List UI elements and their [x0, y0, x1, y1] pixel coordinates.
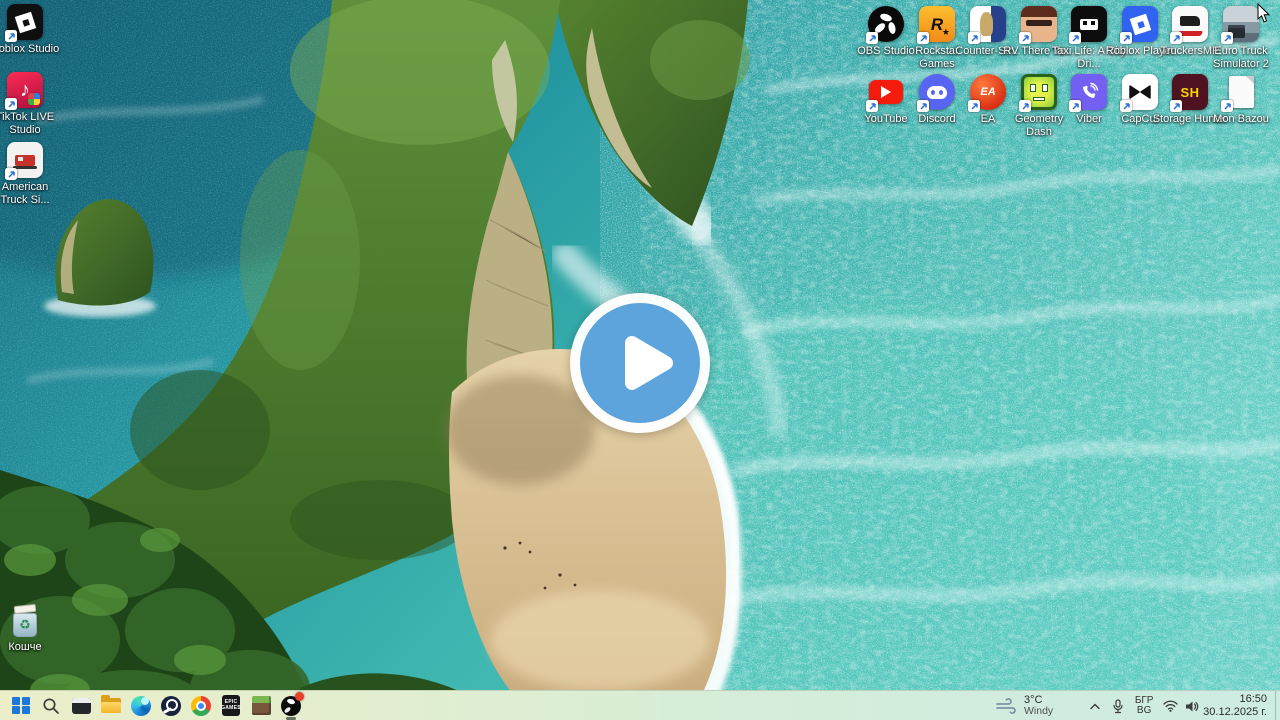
icon-label: American Truck Si...: [0, 181, 50, 206]
weather-condition: Windy: [1024, 705, 1054, 717]
shortcut-arrow-icon: [866, 32, 878, 44]
chevron-up-icon: [1090, 703, 1100, 709]
date: 30.12.2025 г.: [1203, 706, 1267, 718]
shortcut-arrow-icon: [1019, 100, 1031, 112]
shortcut-arrow-icon: [1170, 100, 1182, 112]
steam-button[interactable]: [156, 691, 186, 720]
minecraft-icon: [251, 696, 271, 715]
task-view-icon: [71, 697, 91, 714]
file-explorer-icon: [101, 695, 121, 713]
minecraft-button[interactable]: [246, 691, 276, 720]
running-indicator: [286, 716, 296, 720]
icon-label: Roblox Studio: [0, 43, 60, 55]
file-explorer-button[interactable]: [96, 691, 126, 720]
chrome-icon: [191, 695, 211, 716]
system-tray: БГР BG 16:50 30.12.2025 г.: [1083, 691, 1280, 720]
play-icon: [580, 303, 700, 423]
show-desktop-button[interactable]: [1275, 691, 1280, 720]
icon-label: EA: [980, 113, 996, 125]
icon-label: Euro Truck Simulator 2: [1213, 45, 1269, 70]
wifi-icon: [1163, 700, 1178, 712]
epic-games-button[interactable]: EPIC GAMES: [216, 691, 246, 720]
microphone-tray-button[interactable]: [1107, 691, 1129, 720]
shortcut-arrow-icon: [917, 32, 929, 44]
shortcut-arrow-icon: [1019, 32, 1031, 44]
desktop-icon-american-truck-simulator[interactable]: American Truck Si...: [0, 142, 63, 206]
recycle-bin-icon: ♻: [8, 603, 42, 637]
icon-label: Viber: [1076, 113, 1102, 125]
shortcut-arrow-icon: [5, 30, 17, 42]
shortcut-arrow-icon: [1221, 32, 1233, 44]
edge-icon: [131, 695, 151, 716]
language-indicator[interactable]: БГР BG: [1129, 691, 1159, 720]
wifi-tray-button[interactable]: [1159, 691, 1181, 720]
desktop: Roblox Studio ♪ TikTok LIVE Studio Ameri…: [0, 0, 1280, 720]
icon-label: Mon Bazou: [1213, 113, 1269, 125]
shortcut-arrow-icon: [5, 168, 17, 180]
shortcut-arrow-icon: [968, 32, 980, 44]
windows-logo-icon: [12, 696, 30, 715]
chrome-button[interactable]: [186, 691, 216, 720]
clock[interactable]: 16:50 30.12.2025 г.: [1203, 691, 1275, 720]
shield-badge-icon: [28, 93, 40, 105]
task-view-button[interactable]: [66, 691, 96, 720]
tray-chevron-button[interactable]: [1083, 691, 1107, 720]
icon-label: TikTok LIVE Studio: [0, 111, 55, 136]
obs-studio-taskbar-button[interactable]: [276, 691, 306, 720]
shortcut-arrow-icon: [917, 100, 929, 112]
epic-games-icon: EPIC GAMES: [221, 695, 241, 716]
wind-icon: [996, 697, 1016, 715]
steam-icon: [161, 695, 181, 716]
shortcut-arrow-icon: [5, 98, 17, 110]
notification-badge: [295, 691, 304, 701]
mouse-cursor: [1257, 3, 1271, 23]
search-button[interactable]: [36, 691, 66, 720]
shortcut-arrow-icon: [1170, 32, 1182, 44]
desktop-icon-tiktok-live-studio[interactable]: ♪ TikTok LIVE Studio: [0, 72, 63, 136]
taskbar: EPIC GAMES 3°C Windy БГР BG 16:50 30.12.…: [0, 690, 1280, 720]
shortcut-arrow-icon: [968, 100, 980, 112]
video-play-button[interactable]: [570, 293, 710, 433]
shortcut-arrow-icon: [866, 100, 878, 112]
shortcut-arrow-icon: [1221, 100, 1233, 112]
icon-label: Кошче: [8, 641, 42, 653]
shortcut-arrow-icon: [1069, 32, 1081, 44]
shortcut-arrow-icon: [1120, 100, 1132, 112]
desktop-icon-mon-bazou[interactable]: Mon Bazou: [1203, 74, 1279, 126]
search-icon: [43, 697, 59, 714]
weather-widget[interactable]: 3°C Windy: [996, 691, 1053, 720]
microphone-icon: [1113, 698, 1123, 713]
edge-button[interactable]: [126, 691, 156, 720]
shortcut-arrow-icon: [1120, 32, 1132, 44]
volume-icon: [1186, 701, 1199, 711]
desktop-icon-roblox-studio[interactable]: Roblox Studio: [0, 4, 63, 56]
shortcut-arrow-icon: [1069, 100, 1081, 112]
start-button[interactable]: [6, 691, 36, 720]
time: 16:50: [1239, 693, 1267, 705]
volume-tray-button[interactable]: [1181, 691, 1203, 720]
desktop-icon-recycle-bin[interactable]: ♻ Кошче: [0, 602, 63, 654]
